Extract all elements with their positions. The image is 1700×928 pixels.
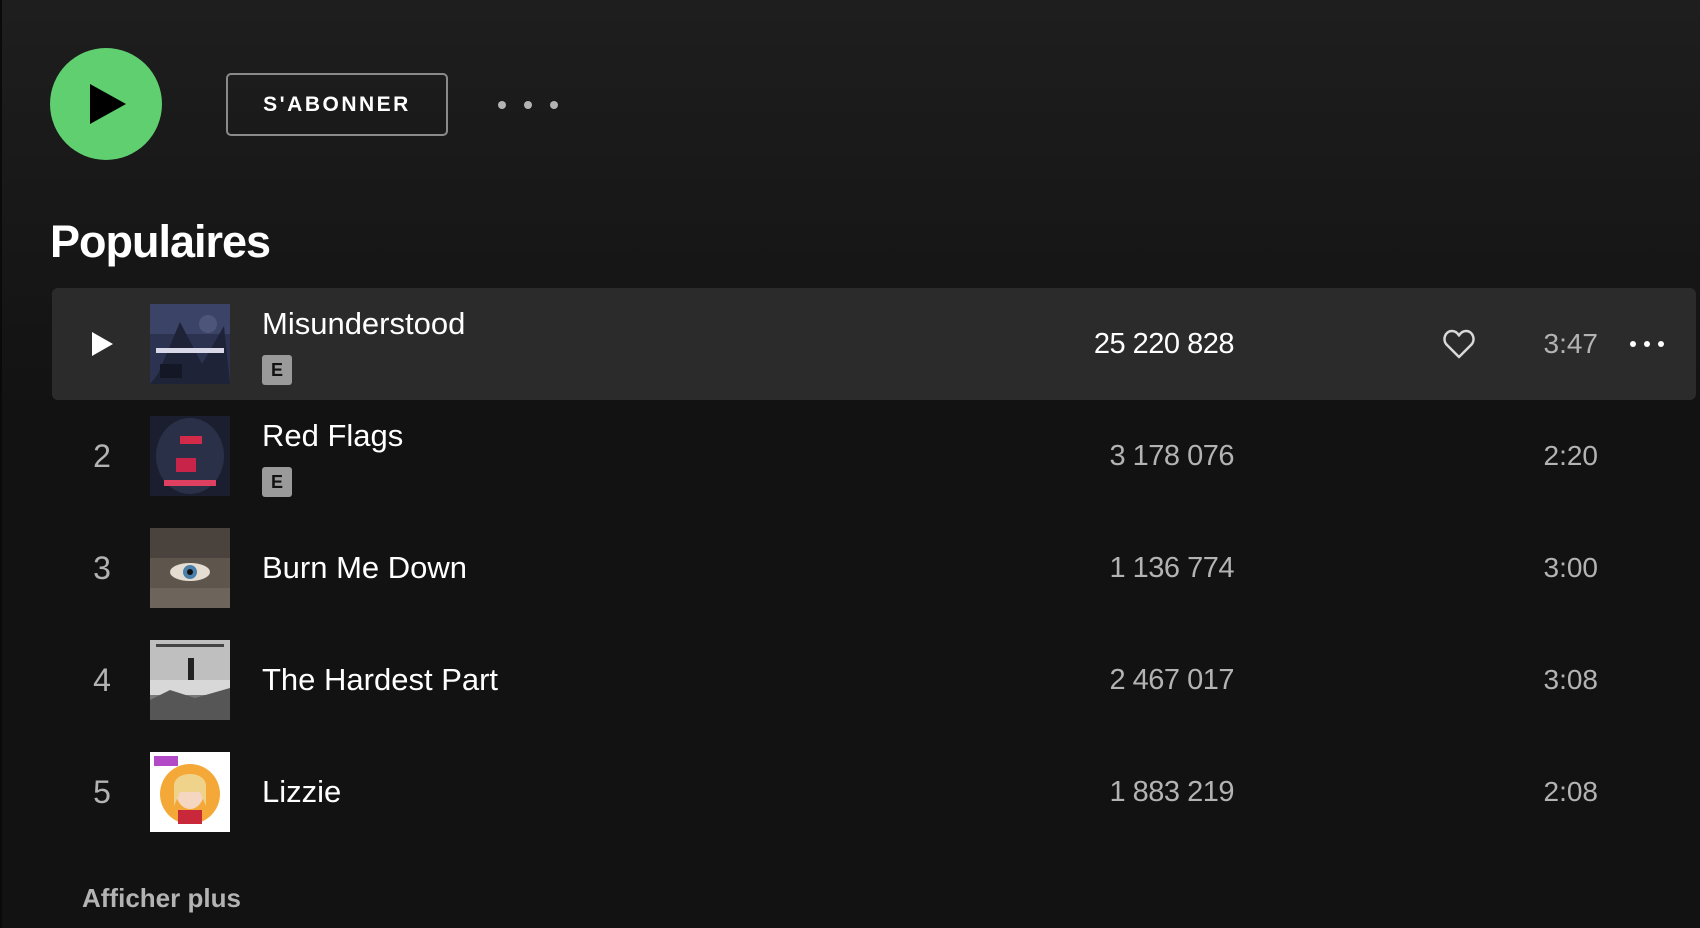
dot [1630, 341, 1636, 347]
track-number: 3 [93, 549, 111, 586]
track-title[interactable]: Misunderstood [262, 306, 465, 342]
track-duration: 3:00 [1543, 552, 1599, 583]
more-options-icon[interactable] [498, 90, 558, 120]
track-row[interactable]: 5 Lizzie 1 883 219 2:08 [52, 736, 1696, 848]
track-row[interactable]: 4 The Hardest Part 2 467 017 3:08 [52, 624, 1696, 736]
track-duration: 3:47 [1543, 328, 1599, 359]
track-number: 2 [93, 437, 111, 474]
track-number: 5 [93, 773, 111, 810]
track-number: 4 [93, 661, 111, 698]
dot [524, 101, 532, 109]
sidebar-divider [0, 0, 2, 928]
album-cover[interactable] [150, 304, 230, 384]
track-duration: 2:08 [1543, 776, 1599, 807]
album-cover[interactable] [150, 752, 230, 832]
more-options-icon[interactable] [1630, 334, 1664, 354]
section-title: Populaires [50, 216, 271, 267]
track-title[interactable]: Burn Me Down [262, 550, 467, 586]
play-count: 3 178 076 [1109, 439, 1234, 472]
track-title[interactable]: Lizzie [262, 774, 341, 810]
track-duration: 3:08 [1543, 664, 1599, 695]
play-icon [90, 84, 126, 124]
explicit-badge: E [262, 467, 292, 497]
explicit-badge: E [262, 355, 292, 385]
play-count: 1 136 774 [1109, 551, 1234, 584]
dot [498, 101, 506, 109]
album-cover[interactable] [150, 416, 230, 496]
dot [550, 101, 558, 109]
dot [1644, 341, 1650, 347]
track-row[interactable]: Misunderstood E 25 220 828 3:47 [52, 288, 1696, 400]
track-row[interactable]: 2 Red Flags E 3 178 076 2:20 [52, 400, 1696, 512]
dot [1658, 341, 1664, 347]
album-cover[interactable] [150, 528, 230, 608]
track-title[interactable]: The Hardest Part [262, 662, 498, 698]
track-play-icon[interactable] [82, 324, 122, 364]
artist-page: S'ABONNER Populaires Misunderstood E 25 … [0, 0, 1700, 928]
subscribe-button[interactable]: S'ABONNER [226, 73, 448, 136]
popular-tracklist: Misunderstood E 25 220 828 3:47 2 Red Fl… [52, 288, 1696, 848]
heart-icon[interactable] [1439, 324, 1479, 364]
show-more-button[interactable]: Afficher plus [82, 883, 241, 914]
play-button[interactable] [50, 48, 162, 160]
play-count: 25 220 828 [1093, 327, 1235, 360]
play-icon [92, 332, 113, 356]
track-title[interactable]: Red Flags [262, 418, 403, 454]
play-count: 2 467 017 [1109, 663, 1234, 696]
track-duration: 2:20 [1543, 440, 1599, 471]
play-count: 1 883 219 [1109, 775, 1234, 808]
track-row[interactable]: 3 Burn Me Down 1 136 774 3:00 [52, 512, 1696, 624]
album-cover[interactable] [150, 640, 230, 720]
